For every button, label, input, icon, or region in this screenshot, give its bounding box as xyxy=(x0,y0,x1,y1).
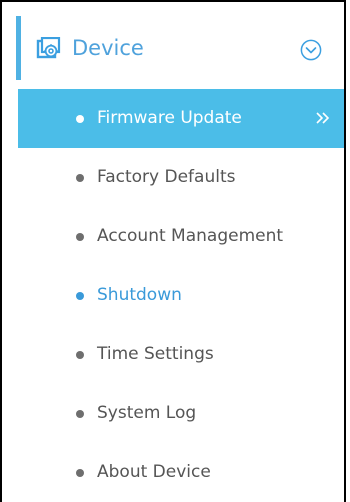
device-settings-icon xyxy=(36,37,61,59)
chevron-down-circle-icon[interactable] xyxy=(300,39,322,61)
menu-item-label: Firmware Update xyxy=(97,108,242,128)
menu-item-system-log[interactable]: System Log xyxy=(2,384,346,443)
menu-item-shutdown[interactable]: Shutdown xyxy=(2,266,346,325)
bullet-icon xyxy=(76,292,84,300)
section-accent-bar xyxy=(16,16,21,80)
menu-item-label: System Log xyxy=(97,403,197,423)
bullet-icon xyxy=(76,115,84,123)
menu-item-factory-defaults[interactable]: Factory Defaults xyxy=(2,148,346,207)
menu-item-label: Factory Defaults xyxy=(97,167,236,187)
bullet-icon xyxy=(76,233,84,241)
menu-item-firmware-update[interactable]: Firmware Update xyxy=(18,89,344,148)
bullet-icon xyxy=(76,351,84,359)
menu-item-time-settings[interactable]: Time Settings xyxy=(2,325,346,384)
bullet-icon xyxy=(76,410,84,418)
menu-item-about-device[interactable]: About Device xyxy=(2,443,346,502)
menu-item-label: Shutdown xyxy=(97,285,182,305)
double-chevron-right-icon xyxy=(316,112,330,124)
menu-item-label: Account Management xyxy=(97,226,284,246)
device-menu-panel: Device Firmware Update Factory Defaults … xyxy=(0,0,346,502)
menu-item-label: Time Settings xyxy=(97,344,214,364)
menu-item-label: About Device xyxy=(97,462,211,482)
menu-item-account-management[interactable]: Account Management xyxy=(2,207,346,266)
section-title: Device xyxy=(72,36,144,60)
device-section-header[interactable]: Device xyxy=(2,16,346,80)
device-submenu: Firmware Update Factory Defaults Account… xyxy=(2,89,346,502)
bullet-icon xyxy=(76,174,84,182)
bullet-icon xyxy=(76,469,84,477)
